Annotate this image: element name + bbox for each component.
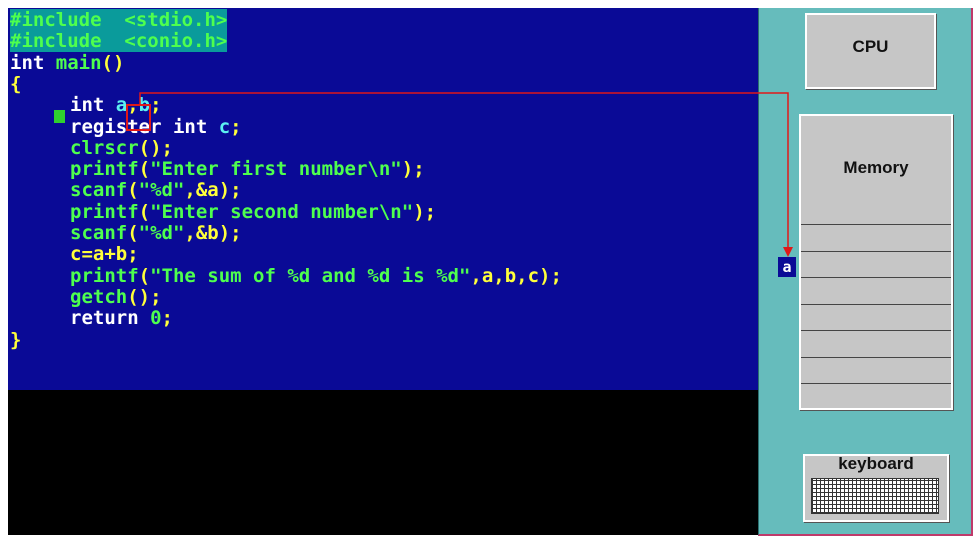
code-token: return [70,307,151,330]
memory-cell [801,224,951,250]
code-token: "Enter second number\n" [150,200,414,223]
memory-cell [801,250,951,277]
code-line: #include <stdio.h> [10,9,228,31]
code-token: main [55,51,102,74]
code-line: printf("Enter second number\n"); [70,201,436,223]
memory-variable-tag: a [778,257,796,277]
code-token: ; [150,94,162,117]
code-token: { [10,72,22,95]
code-token: () [101,51,125,74]
memory-cell [801,356,951,383]
code-line: clrscr(); [70,137,173,159]
code-line: #include <conio.h> [10,30,228,53]
code-token: ,&a); [184,179,242,202]
code-token: "Enter first number\n" [150,158,402,181]
cpu-box: CPU [805,13,936,89]
code-token: ( [127,179,139,202]
variable-a-highlight [126,104,151,131]
code-token: c [218,115,231,138]
output-console [8,390,758,535]
code-token: getch [70,285,128,308]
code-line: printf("Enter first number\n"); [70,158,425,180]
code-token: (); [138,136,173,159]
code-token: ); [401,158,425,181]
code-token: #include <stdio.h> [10,9,228,31]
code-token: ( [138,264,151,287]
code-line: c=a+b; [70,243,139,265]
code-token: scanf [70,179,128,202]
memory-cell [801,383,951,409]
code-token: printf [70,200,139,223]
code-token: ,a,b,c); [470,264,562,287]
code-token: printf [70,264,139,287]
code-token: int [10,51,56,74]
code-token: ( [127,222,139,244]
code-line: getch(); [70,286,162,308]
current-line-marker [54,110,65,123]
code-token: clrscr [70,136,139,159]
code-token: ( [138,200,151,223]
code-token: ); [413,200,437,223]
memory-cell [801,277,951,303]
code-token: ; [161,307,173,330]
code-editor: #include <stdio.h> #include <conio.h> int … [8,8,758,390]
diagram-canvas: #include <stdio.h> #include <conio.h> int … [0,0,979,544]
code-token: "The sum of %d and %d is %d" [150,264,471,287]
code-token: #include <conio.h> [10,30,228,53]
code-line: printf("The sum of %d and %d is %d",a,b,… [70,265,562,287]
code-token: "%d" [138,179,185,202]
code-line: int main() [10,52,124,74]
code-line: scanf("%d",&b); [70,222,242,244]
keyboard-label: keyboard [838,454,914,473]
code-token: c=a+b; [70,243,139,266]
memory-label: Memory [843,158,909,177]
memory-cell [801,330,951,356]
keyboard-keys [811,478,939,514]
code-token: (); [127,285,162,308]
code-token: ; [230,115,242,138]
code-line: { [10,73,21,95]
code-line: scanf("%d",&a); [70,179,242,201]
code-line: register int c; [70,116,242,138]
cpu-label: CPU [852,37,889,56]
code-token: scanf [70,222,128,244]
code-token: 0 [150,307,162,330]
code-line: return 0; [70,307,173,329]
memory-cell [801,303,951,330]
code-token: printf [70,158,139,181]
memory-box: Memory [799,114,953,410]
code-token: "%d" [138,222,185,244]
keyboard-box: keyboard [803,454,949,522]
code-line: } [10,329,21,351]
code-token: ( [138,158,151,181]
code-token: } [10,328,22,351]
code-token: int [70,94,116,117]
code-token: ,&b); [184,222,242,244]
